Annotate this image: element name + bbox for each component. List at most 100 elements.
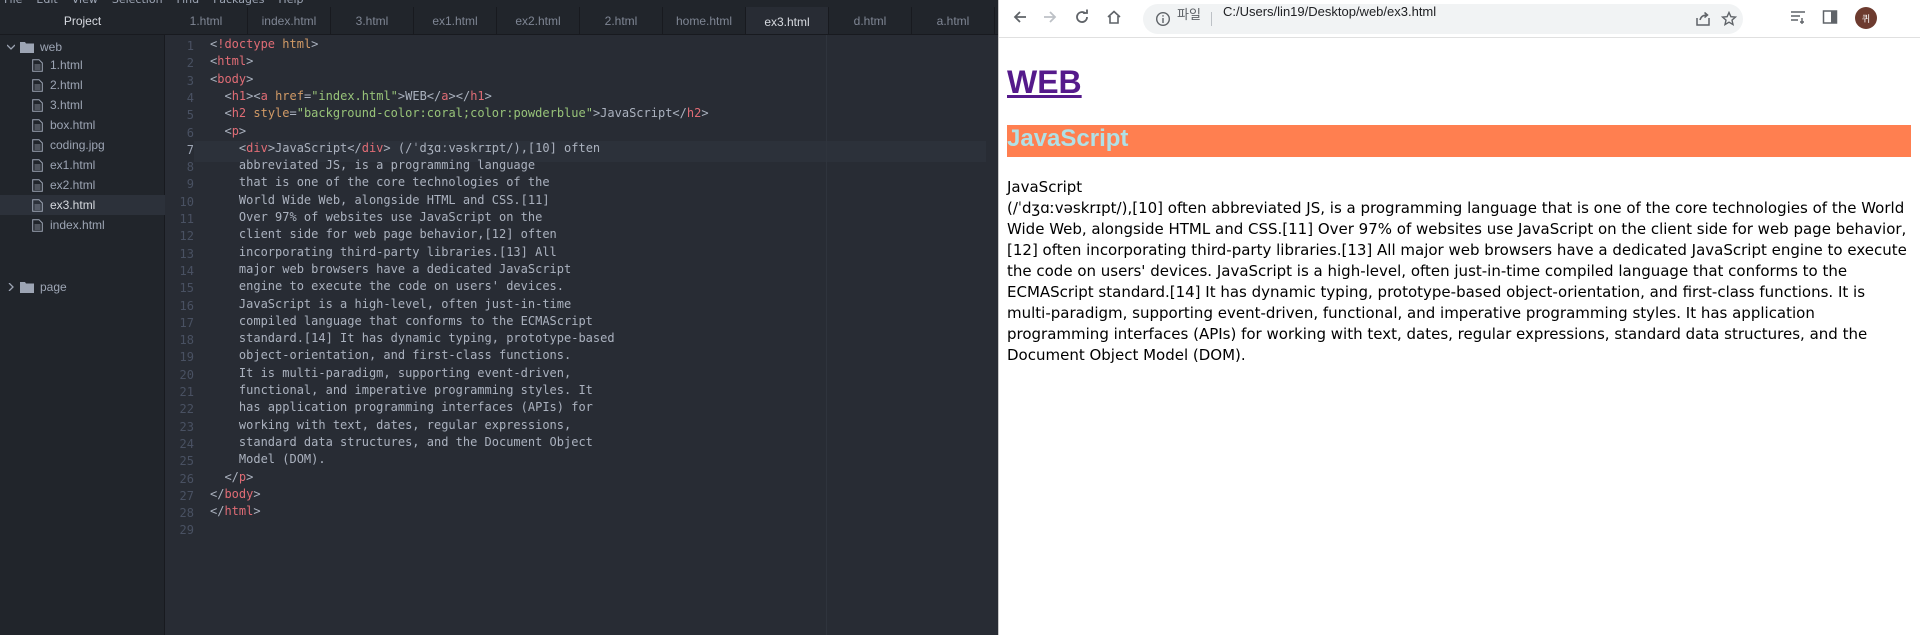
- reload-icon: [1074, 9, 1090, 29]
- reload-button[interactable]: [1071, 8, 1093, 30]
- info-icon[interactable]: [1155, 11, 1171, 27]
- editor-tab[interactable]: ex1.html: [414, 7, 497, 34]
- home-button[interactable]: [1103, 8, 1125, 30]
- editor-tab[interactable]: home.html: [663, 7, 746, 34]
- menu-item[interactable]: Selection: [112, 0, 163, 6]
- file-icon: [30, 198, 44, 212]
- back-button[interactable]: [1009, 8, 1031, 30]
- star-icon[interactable]: [1720, 10, 1738, 27]
- profile-avatar[interactable]: 퀴: [1855, 7, 1877, 29]
- folder-label-page: page: [40, 280, 67, 294]
- wrap-guide: [826, 35, 827, 635]
- folder-icon: [20, 40, 34, 54]
- side-panel-button[interactable]: [1819, 8, 1841, 30]
- line-number: 7: [186, 142, 194, 157]
- editor-tab[interactable]: ex2.html: [497, 7, 580, 34]
- line-number: 19: [179, 350, 194, 365]
- page-heading-h2: JavaScript: [1007, 125, 1911, 157]
- line-number: 5: [186, 108, 194, 123]
- line-number: 23: [179, 419, 194, 434]
- editor-tab[interactable]: 2.html: [580, 7, 663, 34]
- share-icon[interactable]: [1695, 11, 1711, 27]
- home-icon: [1106, 9, 1122, 29]
- menu-item[interactable]: View: [72, 0, 98, 6]
- line-number: 8: [186, 160, 194, 175]
- editor-tab[interactable]: d.html: [829, 7, 912, 34]
- editor-tab[interactable]: 1.html: [165, 7, 248, 34]
- paragraph-body-text: (/ˈdʒɑːvəskrɪpt/),[10] often abbreviated…: [1007, 199, 1907, 364]
- file-label: 3.html: [50, 98, 83, 112]
- line-number: 2: [186, 56, 194, 71]
- menu-item[interactable]: File: [4, 0, 22, 6]
- file-icon: [30, 138, 44, 152]
- line-number: 16: [179, 298, 194, 313]
- file-item[interactable]: 2.html: [0, 75, 165, 95]
- file-item[interactable]: coding.jpg: [0, 135, 165, 155]
- forward-button[interactable]: [1039, 8, 1061, 30]
- file-label: ex2.html: [50, 178, 96, 192]
- menu-item[interactable]: Packages: [213, 0, 264, 6]
- file-item[interactable]: ex3.html: [0, 195, 165, 215]
- file-label: 1.html: [50, 58, 83, 72]
- file-icon: [30, 158, 44, 172]
- line-number: 3: [186, 73, 194, 88]
- file-item[interactable]: ex1.html: [0, 155, 165, 175]
- editor-tab[interactable]: ex3.html: [746, 7, 829, 34]
- editor-tab[interactable]: a.html: [912, 7, 995, 34]
- paragraph-div-text: JavaScript: [1007, 178, 1083, 196]
- file-item[interactable]: 3.html: [0, 95, 165, 115]
- reading-list-button[interactable]: [1787, 8, 1809, 30]
- menu-bar: File Edit View Selection Find Packages Help: [0, 0, 998, 7]
- editor-tab[interactable]: 3.html: [331, 7, 414, 34]
- menu-item[interactable]: Find: [177, 0, 200, 6]
- line-number: 24: [179, 436, 194, 451]
- project-panel-header: Project: [0, 7, 165, 35]
- file-icon: [30, 78, 44, 92]
- folder-icon: [20, 280, 34, 294]
- folder-label-web: web: [40, 40, 63, 54]
- menu-item[interactable]: Edit: [36, 0, 57, 6]
- file-item[interactable]: 1.html: [0, 55, 165, 75]
- line-number: 12: [179, 229, 194, 244]
- file-label: 2.html: [50, 78, 83, 92]
- file-item[interactable]: ex2.html: [0, 175, 165, 195]
- file-label: index.html: [50, 218, 105, 232]
- line-number: 4: [186, 90, 194, 105]
- code-area[interactable]: 1 2 3 4 5 6 7 8 9 10 11 12 13 14 15 16 17 18 19 20 21 22 23 24 2…: [166, 35, 998, 635]
- line-number: 17: [179, 315, 194, 330]
- code-editor-window: File Edit View Selection Find Packages Help Pr…: [0, 0, 998, 635]
- file-icon: [30, 58, 44, 72]
- reading-list-icon: [1790, 9, 1806, 29]
- file-item[interactable]: box.html: [0, 115, 165, 135]
- file-icon: [30, 118, 44, 132]
- code-line[interactable]: <h2 style="background-color:coral;color:…: [210, 106, 708, 127]
- file-item[interactable]: index.html: [0, 215, 165, 235]
- line-number: 11: [179, 212, 194, 226]
- file-label: box.html: [50, 118, 96, 132]
- line-number: 20: [179, 367, 194, 382]
- side-panel-icon: [1822, 9, 1838, 29]
- divider: [1211, 12, 1212, 26]
- menu-item[interactable]: Help: [278, 0, 303, 6]
- line-number: 9: [186, 177, 194, 192]
- web-link[interactable]: WEB: [1007, 64, 1082, 100]
- line-number: 14: [179, 263, 194, 278]
- line-number: 27: [179, 488, 194, 503]
- line-number-gutter: 1 2 3 4 5 6 7 8 9 10 11 12 13 14 15 16 17 18 19 20 21 22 23 24 2…: [166, 35, 194, 635]
- line-number: 26: [179, 471, 194, 486]
- file-icon: [30, 178, 44, 192]
- chevron-down-icon: [6, 42, 16, 52]
- code-line[interactable]: </html>: [210, 504, 261, 525]
- file-label: ex3.html: [50, 198, 96, 212]
- url-text[interactable]: C:/Users/lin19/Desktop/web/ex3.html: [1223, 4, 1436, 34]
- line-number: 18: [179, 333, 194, 348]
- editor-tab[interactable]: index.html: [248, 7, 331, 34]
- address-bar[interactable]: 파일 C:/Users/lin19/Desktop/web/ex3.html: [1143, 4, 1743, 34]
- back-icon: [1012, 9, 1028, 29]
- tab-bar: 1.html index.html 3.html ex1.html ex2.html 2.…: [165, 7, 998, 35]
- project-tree: web 1.html 2.html 3.html box.html coding.jpg…: [0, 35, 165, 635]
- folder-page[interactable]: page: [0, 275, 165, 299]
- page-paragraph: JavaScript (/ˈdʒɑːvəskrɪpt/),[10] often …: [1007, 177, 1911, 366]
- line-number: 13: [179, 246, 194, 261]
- line-number: 22: [179, 402, 194, 417]
